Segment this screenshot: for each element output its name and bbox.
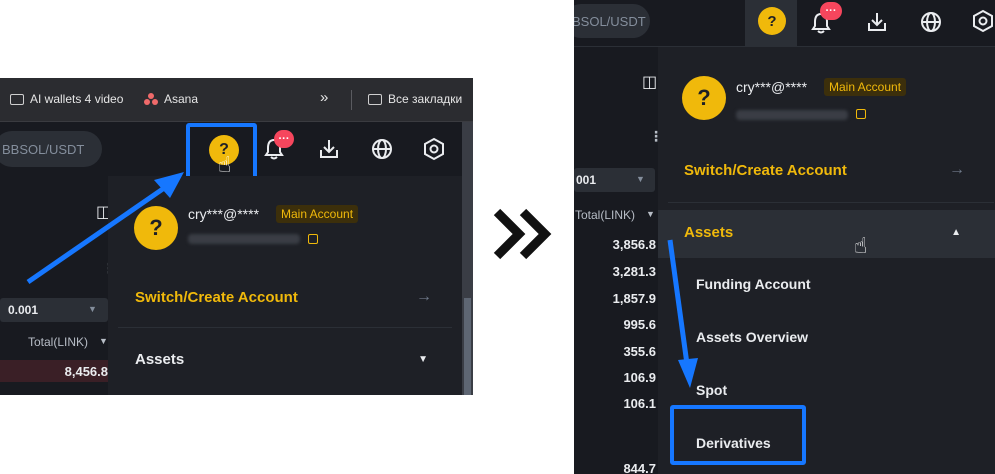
pointer-arrow-left [26, 172, 184, 285]
pointer-arrow-right [667, 239, 698, 388]
right-screenshot: BSOL/USDT ? ··· ◫ ⋮ 001 ▼ Total(LINK) ▼ … [574, 0, 995, 474]
tutorial-composite: AI wallets 4 video Asana » Все закладки … [0, 0, 995, 474]
double-chevron-icon [493, 208, 555, 260]
